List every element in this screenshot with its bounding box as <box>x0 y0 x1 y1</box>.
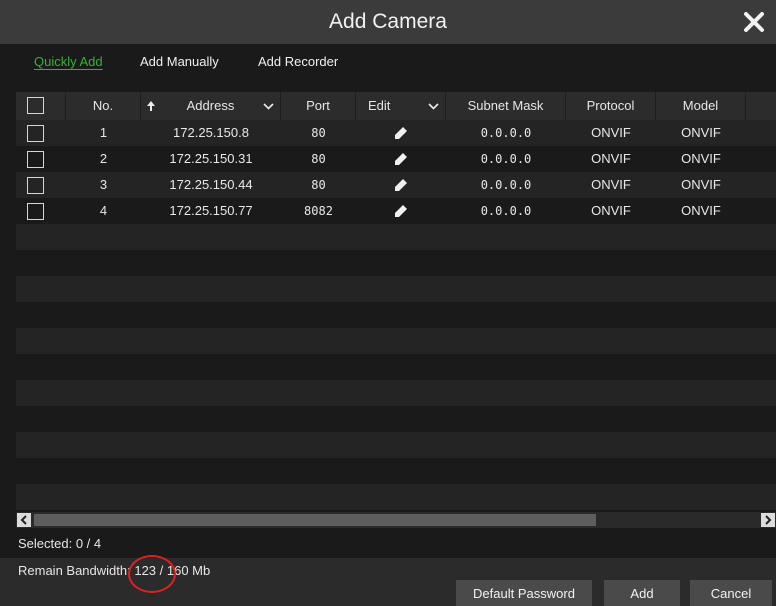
row-no: 3 <box>99 177 108 192</box>
row-checkbox[interactable] <box>27 203 44 220</box>
row-model: ONVIF <box>681 177 721 192</box>
row-select-cell <box>16 146 66 172</box>
row-checkbox[interactable] <box>27 125 44 142</box>
tab-add-manually[interactable]: Add Manually <box>140 44 219 80</box>
empty-row <box>16 328 776 354</box>
close-icon[interactable] <box>738 6 770 38</box>
empty-row <box>16 224 776 250</box>
select-all-checkbox[interactable] <box>27 97 44 114</box>
row-address: 172.25.150.44 <box>169 177 253 192</box>
row-port: 80 <box>311 178 326 192</box>
table-row[interactable]: 2 172.25.150.31 80 0.0.0.0 ONVIF ONVIF <box>16 146 776 172</box>
row-no: 2 <box>99 151 108 166</box>
row-no: 4 <box>99 203 108 218</box>
row-model: ONVIF <box>681 151 721 166</box>
annotation-circle <box>128 555 176 593</box>
column-header-port[interactable]: Port <box>281 92 356 120</box>
row-model: ONVIF <box>681 203 721 218</box>
remain-bandwidth: Remain Bandwidth: 123 / 160 Mb <box>18 563 211 578</box>
table-row[interactable]: 3 172.25.150.44 80 0.0.0.0 ONVIF ONVIF <box>16 172 776 198</box>
device-table: No. Address Port Edit Subnet Mask Protoc… <box>16 92 776 512</box>
tab-quickly-add[interactable]: Quickly Add <box>34 44 103 80</box>
row-model: ONVIF <box>681 125 721 140</box>
row-port: 8082 <box>304 204 333 218</box>
empty-row <box>16 250 776 276</box>
column-header-edit[interactable]: Edit <box>356 92 446 120</box>
column-header-overflow <box>746 92 776 120</box>
table-row[interactable]: 1 172.25.150.8 80 0.0.0.0 ONVIF ONVIF <box>16 120 776 146</box>
add-button[interactable]: Add <box>604 580 680 606</box>
select-all-cell <box>16 92 66 120</box>
empty-row <box>16 302 776 328</box>
chevron-down-icon[interactable] <box>263 103 274 110</box>
row-protocol: ONVIF <box>591 203 631 218</box>
table-header: No. Address Port Edit Subnet Mask Protoc… <box>16 92 776 120</box>
tab-bar: Quickly Add Add Manually Add Recorder <box>16 44 776 80</box>
dialog-title-bar: Add Camera <box>0 0 776 44</box>
scroll-right-button[interactable] <box>761 513 775 527</box>
column-header-address[interactable]: Address <box>141 92 281 120</box>
row-protocol: ONVIF <box>591 151 631 166</box>
table-row[interactable]: 4 172.25.150.77 8082 0.0.0.0 ONVIF ONVIF <box>16 198 776 224</box>
row-port: 80 <box>311 152 326 166</box>
horizontal-scrollbar[interactable] <box>16 512 776 528</box>
row-checkbox[interactable] <box>27 177 44 194</box>
dialog-title: Add Camera <box>329 10 447 33</box>
empty-row <box>16 354 776 380</box>
row-subnet-mask: 0.0.0.0 <box>480 178 532 192</box>
column-header-no[interactable]: No. <box>66 92 141 120</box>
edit-icon[interactable] <box>356 146 446 172</box>
scroll-left-button[interactable] <box>17 513 31 527</box>
empty-row <box>16 432 776 458</box>
edit-icon[interactable] <box>356 198 446 224</box>
tab-add-recorder[interactable]: Add Recorder <box>258 44 338 80</box>
edit-header-label: Edit <box>368 98 391 113</box>
selected-count: Selected: 0 / 4 <box>18 536 102 551</box>
row-port: 80 <box>311 126 326 140</box>
row-checkbox[interactable] <box>27 151 44 168</box>
empty-row <box>16 484 776 510</box>
sort-ascending-icon <box>147 101 155 111</box>
column-header-model[interactable]: Model <box>656 92 746 120</box>
empty-row <box>16 406 776 432</box>
address-header-label: Address <box>186 98 235 113</box>
chevron-right-icon <box>765 515 772 525</box>
row-subnet-mask: 0.0.0.0 <box>480 126 532 140</box>
row-address: 172.25.150.77 <box>169 203 253 218</box>
row-no: 1 <box>99 125 108 140</box>
empty-row <box>16 380 776 406</box>
chevron-left-icon <box>20 515 27 525</box>
edit-icon[interactable] <box>356 120 446 146</box>
row-address: 172.25.150.31 <box>169 151 253 166</box>
row-subnet-mask: 0.0.0.0 <box>480 204 532 218</box>
empty-row <box>16 458 776 484</box>
row-protocol: ONVIF <box>591 177 631 192</box>
column-header-subnet-mask[interactable]: Subnet Mask <box>446 92 566 120</box>
cancel-button[interactable]: Cancel <box>690 580 772 606</box>
empty-row <box>16 276 776 302</box>
row-protocol: ONVIF <box>591 125 631 140</box>
column-header-protocol[interactable]: Protocol <box>566 92 656 120</box>
row-select-cell <box>16 120 66 146</box>
row-subnet-mask: 0.0.0.0 <box>480 152 532 166</box>
edit-icon[interactable] <box>356 172 446 198</box>
scrollbar-thumb[interactable] <box>34 514 596 526</box>
row-address: 172.25.150.8 <box>173 125 249 140</box>
default-password-button[interactable]: Default Password <box>456 580 592 606</box>
row-select-cell <box>16 198 66 224</box>
row-select-cell <box>16 172 66 198</box>
chevron-down-icon[interactable] <box>428 103 439 110</box>
